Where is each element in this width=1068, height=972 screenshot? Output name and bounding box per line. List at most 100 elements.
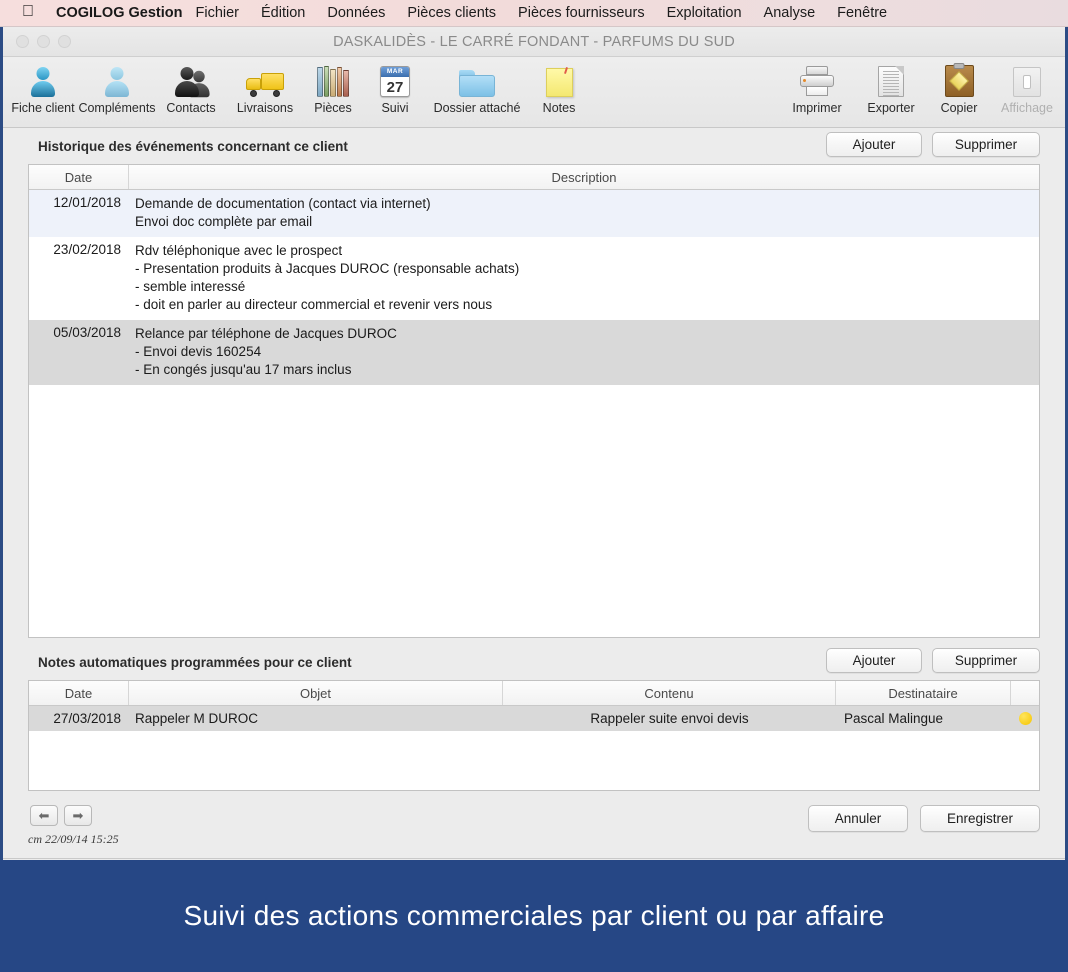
cancel-button[interactable]: Annuler bbox=[808, 805, 908, 832]
toolbar-item-contacts[interactable]: Contacts bbox=[154, 57, 228, 115]
calendar-icon: MAR 27 bbox=[375, 61, 415, 97]
yellow-dot-icon bbox=[1018, 712, 1032, 725]
history-row-description: Demande de documentation (contact via in… bbox=[129, 190, 1039, 237]
display-icon bbox=[1007, 61, 1047, 97]
close-button[interactable] bbox=[16, 35, 29, 48]
menu-item-pieces-fournisseurs[interactable]: Pièces fournisseurs bbox=[507, 5, 656, 21]
toolbar-left-group: Fiche client Compléments Contacts Livrai… bbox=[6, 57, 590, 115]
menu-item-fichier[interactable]: Fichier bbox=[184, 5, 250, 21]
notes-column-contenu[interactable]: Contenu bbox=[503, 681, 836, 705]
history-column-description[interactable]: Description bbox=[129, 165, 1039, 189]
minimize-button[interactable] bbox=[37, 35, 50, 48]
person-light-blue-icon bbox=[97, 61, 137, 97]
toolbar-right-group: Imprimer Exporter Copier Affichage bbox=[780, 57, 1064, 115]
history-add-button[interactable]: Ajouter bbox=[826, 132, 922, 157]
history-section-buttons: Ajouter Supprimer bbox=[826, 132, 1040, 157]
history-column-date[interactable]: Date bbox=[29, 165, 129, 189]
toolbar-item-exporter[interactable]: Exporter bbox=[854, 57, 928, 115]
notes-delete-button[interactable]: Supprimer bbox=[932, 648, 1040, 673]
toolbar-item-imprimer[interactable]: Imprimer bbox=[780, 57, 854, 115]
notes-column-destinataire[interactable]: Destinataire bbox=[836, 681, 1011, 705]
table-row[interactable]: 23/02/2018 Rdv téléphonique avec le pros… bbox=[29, 237, 1039, 320]
notes-column-flag[interactable] bbox=[1011, 681, 1039, 705]
record-navigation: ⬅ ➡ bbox=[30, 805, 92, 826]
caption-text: Suivi des actions commerciales par clien… bbox=[183, 900, 885, 931]
notes-table-header: Date Objet Contenu Destinataire bbox=[29, 681, 1039, 706]
notes-column-objet[interactable]: Objet bbox=[129, 681, 503, 705]
menu-item-fenetre[interactable]: Fenêtre bbox=[826, 5, 898, 21]
table-row[interactable]: 05/03/2018 Relance par téléphone de Jacq… bbox=[29, 320, 1039, 385]
history-row-line: Envoi doc complète par email bbox=[135, 214, 313, 229]
notes-section-title: Notes automatiques programmées pour ce c… bbox=[38, 654, 352, 670]
history-table-body[interactable]: 12/01/2018 Demande de documentation (con… bbox=[29, 190, 1039, 637]
toolbar-item-livraisons[interactable]: Livraisons bbox=[228, 57, 302, 115]
notes-column-date[interactable]: Date bbox=[29, 681, 129, 705]
toolbar-item-affichage[interactable]: Affichage bbox=[990, 57, 1064, 115]
history-row-date: 23/02/2018 bbox=[53, 242, 121, 257]
history-row-line: - Presentation produits à Jacques DUROC … bbox=[135, 261, 520, 276]
history-row-line: - doit en parler au directeur commercial… bbox=[135, 297, 493, 312]
history-row-description: Rdv téléphonique avec le prospect - Pres… bbox=[129, 237, 1039, 320]
window-controls bbox=[16, 35, 71, 48]
document-icon bbox=[871, 61, 911, 97]
history-row-description: Relance par téléphone de Jacques DUROC -… bbox=[129, 320, 1039, 385]
menu-item-edition[interactable]: Édition bbox=[250, 5, 316, 21]
history-row-line: Demande de documentation (contact via in… bbox=[135, 196, 431, 211]
folder-icon bbox=[457, 61, 497, 97]
apple-logo-icon[interactable]:  bbox=[14, 4, 42, 20]
record-stamp: cm 22/09/14 15:25 bbox=[28, 832, 119, 846]
history-row-line: - En congés jusqu'au 17 mars inclus bbox=[135, 362, 352, 377]
toolbar-item-dossier-attache[interactable]: Dossier attaché bbox=[426, 57, 528, 115]
toolbar-item-suivi[interactable]: MAR 27 Suivi bbox=[364, 57, 426, 115]
notes-row-date: 27/03/2018 bbox=[53, 711, 121, 726]
toolbar-item-pieces[interactable]: Pièces bbox=[302, 57, 364, 115]
arrow-left-icon[interactable]: ⬅ bbox=[30, 805, 58, 826]
printer-icon bbox=[797, 61, 837, 97]
calendar-day: 27 bbox=[386, 79, 404, 96]
notes-section-header: Notes automatiques programmées pour ce c… bbox=[0, 644, 1068, 680]
notes-row-objet: Rappeler M DUROC bbox=[135, 711, 259, 726]
notes-row-destinataire: Pascal Malingue bbox=[844, 711, 944, 726]
history-section-title: Historique des événements concernant ce … bbox=[38, 138, 348, 154]
toolbar-label-imprimer: Imprimer bbox=[792, 101, 842, 115]
arrow-right-icon[interactable]: ➡ bbox=[64, 805, 92, 826]
delivery-truck-icon bbox=[245, 61, 285, 97]
toolbar-label-suivi: Suivi bbox=[381, 101, 409, 115]
history-delete-button[interactable]: Supprimer bbox=[932, 132, 1040, 157]
menu-item-pieces-clients[interactable]: Pièces clients bbox=[396, 5, 507, 21]
menu-item-analyse[interactable]: Analyse bbox=[753, 5, 827, 21]
history-table: Date Description 12/01/2018 Demande de d… bbox=[28, 164, 1040, 638]
window-left-edge bbox=[0, 27, 3, 860]
person-blue-icon bbox=[23, 61, 63, 97]
notes-table: Date Objet Contenu Destinataire 27/03/20… bbox=[28, 680, 1040, 791]
window-footer: ⬅ ➡ cm 22/09/14 15:25 Annuler Enregistre… bbox=[0, 799, 1068, 859]
toolbar-item-fiche-client[interactable]: Fiche client bbox=[6, 57, 80, 115]
two-people-icon bbox=[171, 61, 211, 98]
notes-table-body[interactable]: 27/03/2018 Rappeler M DUROC Rappeler sui… bbox=[29, 706, 1039, 790]
application-window: DASKALIDÈS - LE CARRÉ FONDANT - PARFUMS … bbox=[0, 27, 1068, 860]
notes-add-button[interactable]: Ajouter bbox=[826, 648, 922, 673]
toolbar-item-notes[interactable]: Notes bbox=[528, 57, 590, 115]
main-toolbar: Fiche client Compléments Contacts Livrai… bbox=[0, 57, 1068, 128]
save-button[interactable]: Enregistrer bbox=[920, 805, 1040, 832]
window-title: DASKALIDÈS - LE CARRÉ FONDANT - PARFUMS … bbox=[333, 33, 735, 50]
toolbar-label-livraisons: Livraisons bbox=[236, 101, 294, 115]
books-icon bbox=[313, 61, 353, 97]
history-row-line: Relance par téléphone de Jacques DUROC bbox=[135, 326, 397, 341]
zoom-button[interactable] bbox=[58, 35, 71, 48]
toolbar-item-complements[interactable]: Compléments bbox=[78, 57, 156, 115]
toolbar-label-affichage: Affichage bbox=[1001, 101, 1053, 115]
table-row[interactable]: 27/03/2018 Rappeler M DUROC Rappeler sui… bbox=[29, 706, 1039, 731]
menu-app-name[interactable]: COGILOG Gestion bbox=[56, 5, 182, 21]
notes-row-flag[interactable] bbox=[1011, 712, 1039, 725]
mac-menu-bar:  COGILOG Gestion Fichier Édition Donnée… bbox=[0, 0, 1068, 27]
toolbar-label-dossier-attache: Dossier attaché bbox=[433, 101, 521, 115]
toolbar-label-exporter: Exporter bbox=[867, 101, 915, 115]
table-row[interactable]: 12/01/2018 Demande de documentation (con… bbox=[29, 190, 1039, 237]
menu-item-donnees[interactable]: Données bbox=[316, 5, 396, 21]
history-row-line: Rdv téléphonique avec le prospect bbox=[135, 243, 343, 258]
toolbar-item-copier[interactable]: Copier bbox=[928, 57, 990, 115]
history-row-line: - Envoi devis 160254 bbox=[135, 344, 262, 359]
menu-item-exploitation[interactable]: Exploitation bbox=[656, 5, 753, 21]
window-content: Historique des événements concernant ce … bbox=[0, 128, 1068, 860]
